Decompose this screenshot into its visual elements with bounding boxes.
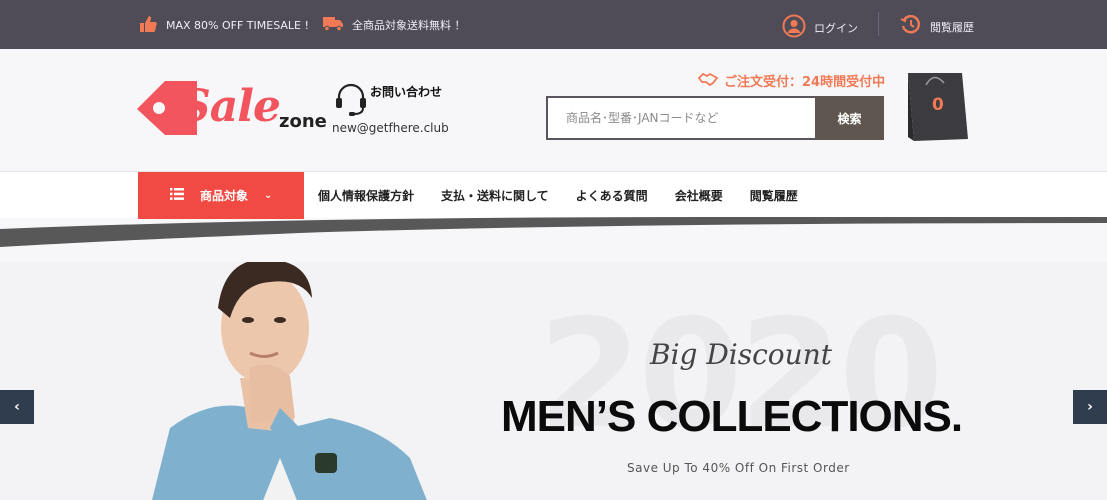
- hero-subline: Save Up To 40% Off On First Order: [627, 461, 850, 475]
- thumbs-up-icon: [138, 14, 158, 37]
- cart-button[interactable]: 0: [904, 69, 972, 145]
- hero-headline: MEN’S COLLECTIONS.: [501, 392, 963, 441]
- search-input[interactable]: [546, 96, 815, 140]
- history-icon: [900, 14, 922, 39]
- timesale-notice: MAX 80% OFF TIMESALE !: [138, 14, 309, 37]
- nav-link-company[interactable]: 会社概要: [675, 187, 723, 204]
- headset-icon: [334, 81, 368, 121]
- order-hours-notice: ご注文受付：24時間受付中: [697, 71, 886, 90]
- top-bar: MAX 80% OFF TIMESALE ! 全商品対象送料無料 ！ ログイン …: [0, 0, 1107, 49]
- nav-link-payment-shipping[interactable]: 支払・送料に関して: [441, 187, 549, 204]
- site-logo[interactable]: Sale zone: [137, 73, 337, 143]
- handshake-icon: [697, 72, 719, 90]
- order-hours-text: ご注文受付：24時間受付中: [724, 75, 886, 90]
- timesale-text: MAX 80% OFF TIMESALE !: [166, 19, 309, 32]
- chevron-right-icon: ›: [1087, 399, 1093, 415]
- chevron-down-icon: ⌄: [264, 190, 273, 201]
- login-label: ログイン: [814, 21, 858, 35]
- history-label: 閲覧履歴: [930, 20, 974, 34]
- slider-prev-button[interactable]: ‹: [0, 390, 34, 424]
- search-button[interactable]: 検索: [815, 96, 884, 140]
- slider-next-button[interactable]: ›: [1073, 390, 1107, 424]
- nav-shadow-decoration: [0, 217, 1107, 247]
- nav-links: 個人情報保護方針 支払・送料に関して よくある質問 会社概要 閲覧履歴: [318, 172, 825, 219]
- category-menu-label: 商品対象: [200, 189, 249, 203]
- logo-zone-text: zone: [279, 111, 327, 132]
- login-link[interactable]: ログイン: [782, 14, 858, 41]
- cart-count: 0: [932, 95, 944, 115]
- category-menu-button[interactable]: 商品対象 ⌄: [138, 172, 304, 219]
- main-nav: 商品対象 ⌄ 個人情報保護方針 支払・送料に関して よくある質問 会社概要 閲覧…: [0, 171, 1107, 219]
- truck-icon: [322, 14, 344, 35]
- free-shipping-notice: 全商品対象送料無料 ！: [322, 14, 466, 35]
- chevron-left-icon: ‹: [14, 399, 20, 415]
- hero-model-image: [152, 262, 427, 500]
- free-shipping-text: 全商品対象送料無料 ！: [352, 18, 466, 32]
- user-icon: [782, 14, 806, 41]
- topbar-divider: [878, 12, 879, 36]
- hero-script-title: Big Discount: [650, 338, 832, 371]
- site-header: Sale zone お問い合わせ new@getfhere.club ご注文受付…: [0, 49, 1107, 171]
- nav-link-history[interactable]: 閲覧履歴: [750, 187, 798, 204]
- nav-link-faq[interactable]: よくある質問: [576, 187, 648, 204]
- nav-link-privacy[interactable]: 個人情報保護方針: [318, 187, 414, 204]
- contact-email[interactable]: new@getfhere.club: [332, 121, 449, 135]
- contact-label: お問い合わせ: [370, 85, 443, 99]
- logo-sale-text: Sale: [179, 81, 281, 132]
- hero-slider: 2020 Big Discount MEN’S COLLECTIONS. Sav…: [0, 262, 1107, 500]
- search-form: 検索: [546, 96, 884, 140]
- browsing-history-link[interactable]: 閲覧履歴: [900, 14, 974, 39]
- menu-list-icon: [170, 188, 184, 203]
